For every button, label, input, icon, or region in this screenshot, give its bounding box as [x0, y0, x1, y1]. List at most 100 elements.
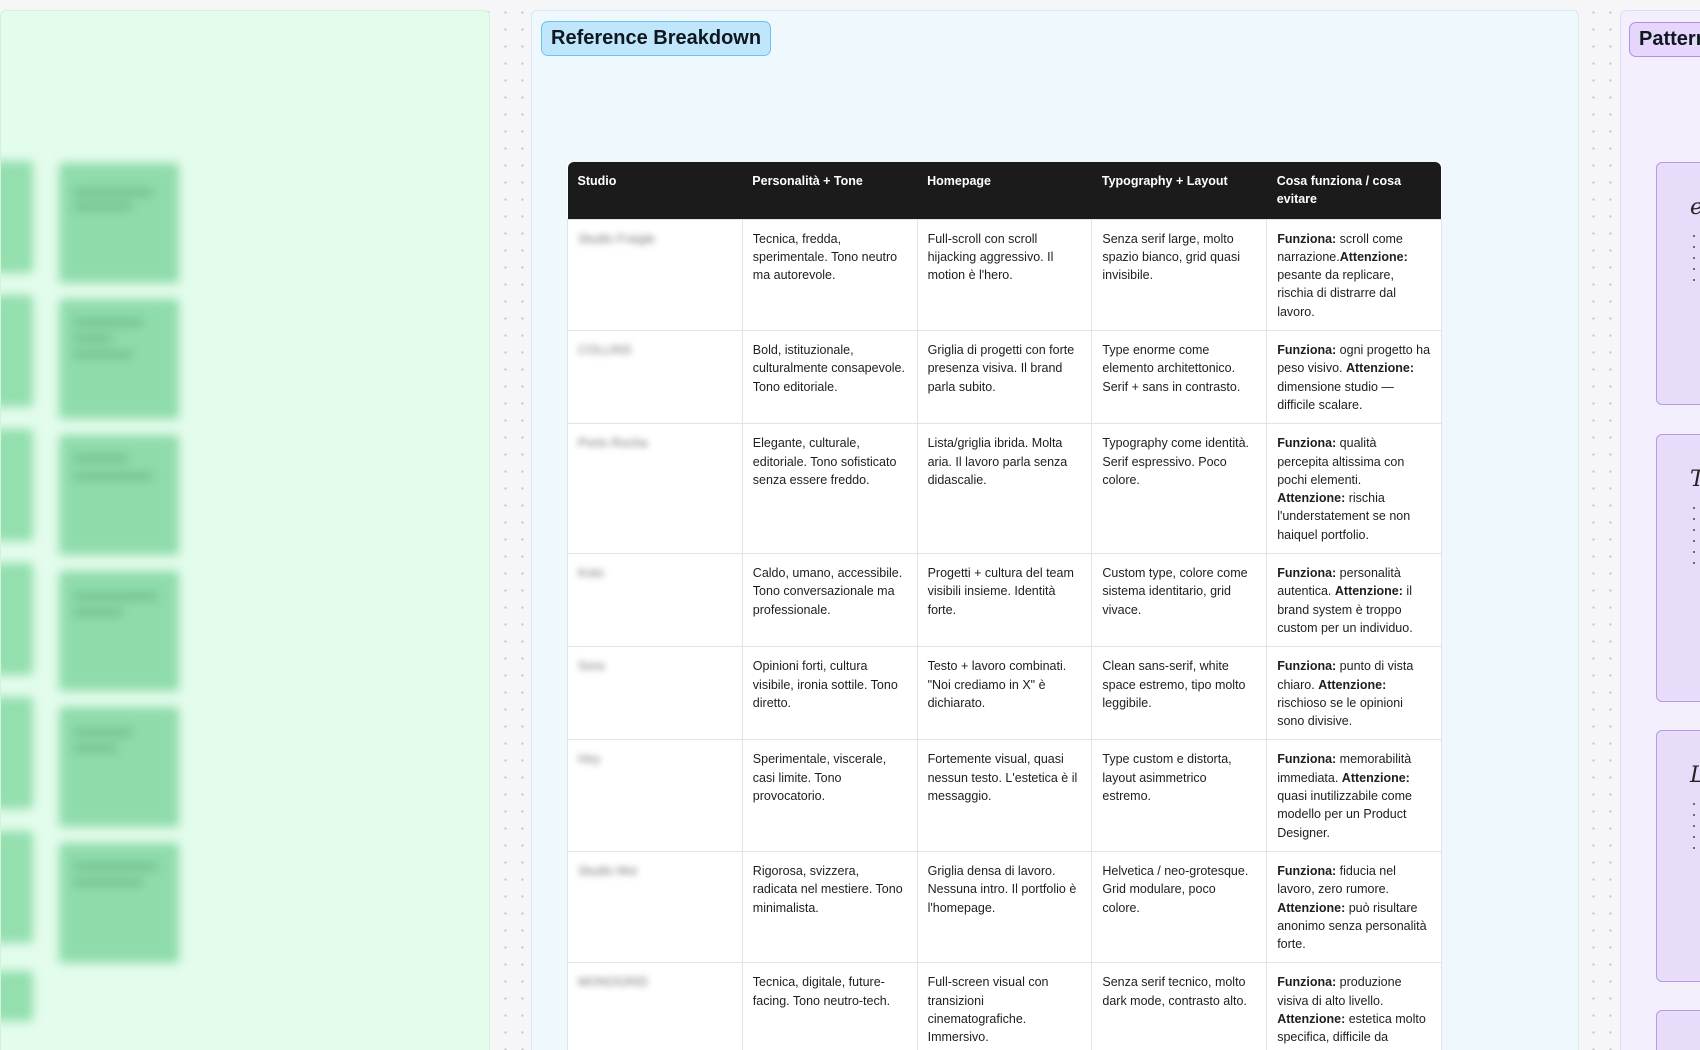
- cell-works-avoid[interactable]: Funziona: punto di vista chiaro. Attenzi…: [1266, 646, 1442, 741]
- table-row: Porto Rocha Elegante, culturale, editori…: [567, 423, 1442, 555]
- cell-homepage[interactable]: Testo + lavoro combinati. "Noi crediamo …: [916, 646, 1093, 741]
- cell-tone[interactable]: Bold, istituzionale, culturalmente consa…: [741, 330, 918, 425]
- avoid-label: Attenzione:: [1339, 249, 1408, 264]
- studio-name: COLLINS: [578, 343, 632, 358]
- studio-name: Hey: [578, 752, 601, 767]
- avoid-label: Attenzione:: [1334, 584, 1403, 599]
- cell-typography[interactable]: Typography come identità. Serif espressi…: [1091, 423, 1268, 555]
- mini-card: [1, 831, 33, 943]
- table-row: MONOGRID Tecnica, digitale, future-facin…: [567, 962, 1442, 1050]
- cell-homepage[interactable]: Full-scroll con scroll hijacking aggress…: [916, 218, 1093, 332]
- avoid-text: rischioso se le opinioni sono divisive.: [1277, 695, 1403, 729]
- section-title-pattern[interactable]: Pattern: [1629, 22, 1700, 57]
- avoid-text: quasi inutilizzabile come modello per un…: [1277, 789, 1412, 840]
- mini-card: [1, 697, 33, 809]
- cell-studio[interactable]: Porto Rocha: [567, 423, 743, 555]
- cell-works-avoid[interactable]: Funziona: personalità autentica. Attenzi…: [1266, 553, 1442, 648]
- works-label: Funziona:: [1277, 436, 1337, 451]
- avoid-label: Attenzione:: [1277, 491, 1346, 506]
- cell-works-avoid[interactable]: Funziona: qualità percepita altissima co…: [1266, 423, 1442, 555]
- cell-studio[interactable]: Studio Moi: [567, 850, 743, 964]
- sticky-note: [59, 435, 179, 555]
- cell-works-avoid[interactable]: Funziona: scroll come narrazione.Attenzi…: [1266, 218, 1442, 332]
- card-heading: T: [1690, 467, 1700, 492]
- cell-tone[interactable]: Caldo, umano, accessibile. Tono conversa…: [741, 553, 918, 648]
- cell-studio[interactable]: MONOGRID: [567, 962, 743, 1050]
- cell-works-avoid[interactable]: Funziona: ogni progetto ha peso visivo. …: [1266, 330, 1442, 425]
- cell-typography[interactable]: Custom type, colore come sistema identit…: [1091, 553, 1268, 648]
- mini-card: [1, 971, 33, 1021]
- avoid-text: dimensione studio — difficile scalare.: [1277, 379, 1394, 412]
- cell-typography[interactable]: Type enorme come elemento architettonico…: [1091, 330, 1268, 425]
- sticky-note: [59, 299, 179, 419]
- pattern-card[interactable]: e: [1656, 162, 1700, 405]
- avoid-label: Attenzione:: [1277, 1011, 1346, 1026]
- header-tone[interactable]: Personalità + Tone: [742, 162, 918, 220]
- avoid-label: Attenzione:: [1341, 770, 1410, 785]
- reference-table[interactable]: Studio Personalità + Tone Homepage Typog…: [567, 162, 1442, 1050]
- studio-name: Studio Moi: [578, 863, 638, 878]
- header-works-avoid[interactable]: Cosa funziona / cosa evitare: [1266, 162, 1442, 220]
- card-bullets: [1693, 803, 1699, 858]
- cell-homepage[interactable]: Lista/griglia ibrida. Molta aria. Il lav…: [916, 423, 1093, 555]
- sticky-note: [59, 707, 179, 827]
- cell-studio[interactable]: Hey: [567, 739, 743, 852]
- mini-card: [1, 429, 33, 541]
- cell-homepage[interactable]: Full-screen visual con transizioni cinem…: [916, 962, 1093, 1050]
- cell-works-avoid[interactable]: Funziona: fiducia nel lavoro, zero rumor…: [1266, 850, 1442, 964]
- table-header-row: Studio Personalità + Tone Homepage Typog…: [567, 162, 1442, 220]
- cell-typography[interactable]: Senza serif tecnico, molto dark mode, co…: [1091, 962, 1268, 1050]
- cell-studio[interactable]: Sora: [567, 646, 743, 741]
- cell-studio[interactable]: COLLINS: [567, 330, 743, 425]
- cell-tone[interactable]: Sperimentale, viscerale, casi limite. To…: [741, 739, 918, 852]
- cell-works-avoid[interactable]: Funziona: memorabilità immediata. Attenz…: [1266, 739, 1442, 852]
- cell-homepage[interactable]: Griglia di progetti con forte presenza v…: [916, 330, 1093, 425]
- cell-typography[interactable]: Type custom e distorta, layout asimmetri…: [1091, 739, 1268, 852]
- header-homepage[interactable]: Homepage: [917, 162, 1092, 220]
- header-typography[interactable]: Typography + Layout: [1091, 162, 1267, 220]
- works-label: Funziona:: [1277, 566, 1337, 581]
- sticky-note: [59, 571, 179, 691]
- cell-homepage[interactable]: Fortemente visual, quasi nessun testo. L…: [916, 739, 1093, 852]
- studio-name: Studio Fraigle: [578, 231, 656, 246]
- blurred-content: [1, 11, 489, 1050]
- cell-homepage[interactable]: Griglia densa di lavoro. Nessuna intro. …: [916, 850, 1093, 964]
- works-label: Funziona:: [1277, 659, 1337, 674]
- cell-studio[interactable]: Studio Fraigle: [567, 218, 743, 332]
- cell-tone[interactable]: Rigorosa, svizzera, radicata nel mestier…: [741, 850, 918, 964]
- sticky-note: [59, 163, 179, 283]
- card-bullets: [1693, 507, 1699, 573]
- table-row: COLLINS Bold, istituzionale, culturalmen…: [567, 330, 1442, 425]
- card-bullets: [1693, 235, 1699, 290]
- avoid-text: pesante da replicare, rischia di distrar…: [1277, 268, 1396, 319]
- studio-name: Porto Rocha: [578, 436, 648, 451]
- cell-studio[interactable]: Koto: [567, 553, 743, 648]
- mini-card: [1, 295, 33, 407]
- pattern-card[interactable]: [1656, 1010, 1700, 1050]
- cell-tone[interactable]: Opinioni forti, cultura visibile, ironia…: [741, 646, 918, 741]
- section-title-reference-breakdown[interactable]: Reference Breakdown: [541, 21, 772, 56]
- cell-tone[interactable]: Tecnica, digitale, future-facing. Tono n…: [741, 962, 918, 1050]
- studio-name: MONOGRID: [578, 975, 649, 990]
- avoid-label: Attenzione:: [1345, 361, 1415, 376]
- cell-typography[interactable]: Clean sans-serif, white space estremo, t…: [1091, 646, 1268, 741]
- cell-homepage[interactable]: Progetti + cultura del team visibili ins…: [916, 553, 1093, 648]
- cell-works-avoid[interactable]: Funziona: produzione visiva di alto live…: [1266, 962, 1442, 1050]
- card-heading: e: [1690, 195, 1700, 220]
- mini-card: [1, 161, 33, 273]
- cell-tone[interactable]: Tecnica, fredda, sperimentale. Tono neut…: [741, 218, 918, 332]
- works-label: Funziona:: [1277, 975, 1337, 990]
- left-section[interactable]: [0, 10, 490, 1050]
- studio-name: Koto: [578, 566, 604, 581]
- cell-tone[interactable]: Elegante, culturale, editoriale. Tono so…: [741, 423, 918, 555]
- works-label: Funziona:: [1277, 231, 1337, 246]
- header-studio[interactable]: Studio: [567, 162, 743, 220]
- avoid-label: Attenzione:: [1318, 677, 1387, 692]
- pattern-card[interactable]: T: [1656, 434, 1700, 702]
- cell-typography[interactable]: Helvetica / neo-grotesque. Grid modulare…: [1091, 850, 1268, 964]
- avoid-label: Attenzione:: [1277, 900, 1346, 915]
- pattern-card[interactable]: L: [1656, 730, 1700, 982]
- table-row: Studio Fraigle Tecnica, fredda, sperimen…: [567, 218, 1442, 332]
- cell-typography[interactable]: Senza serif large, molto spazio bianco, …: [1091, 218, 1268, 332]
- mini-card: [1, 563, 33, 675]
